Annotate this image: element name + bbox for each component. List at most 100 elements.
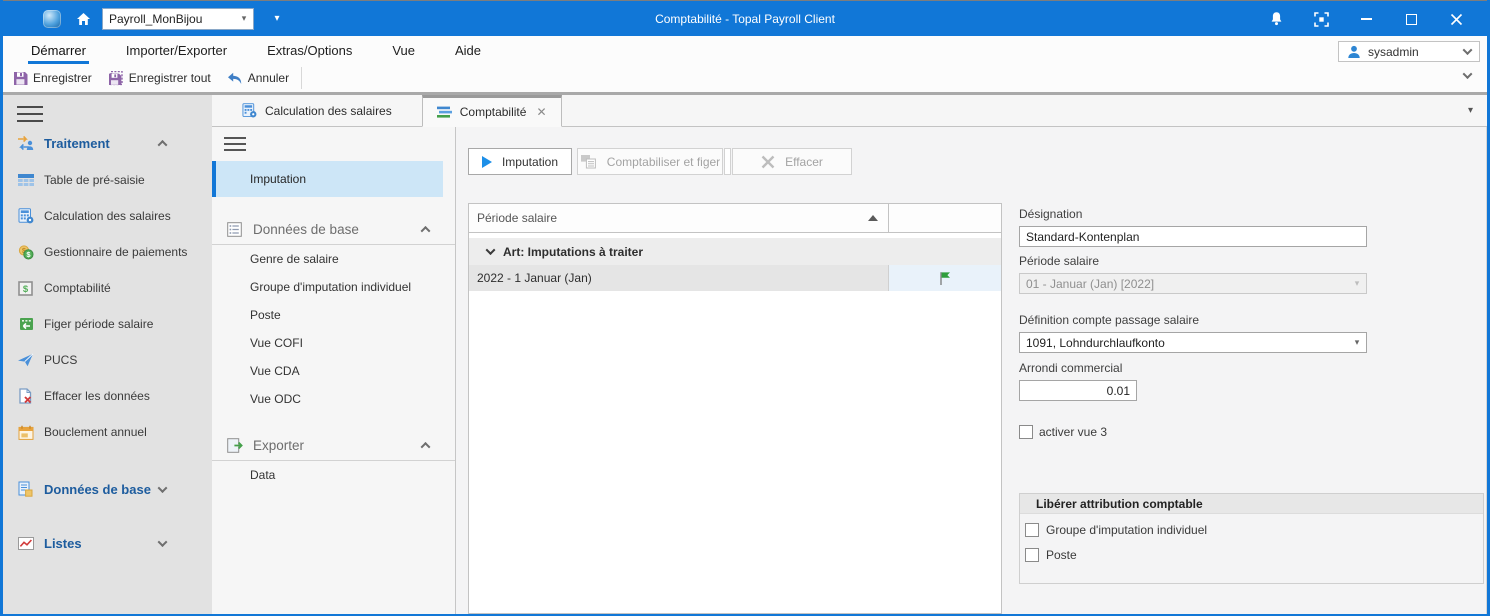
coins-icon: $ $ xyxy=(17,244,34,261)
subnav-item-label: Vue CDA xyxy=(250,364,300,378)
subnav-item-label: Data xyxy=(250,468,276,482)
menu-importer-exporter[interactable]: Importer/Exporter xyxy=(123,36,230,64)
column-header-periode-salaire[interactable]: Période salaire xyxy=(469,204,889,232)
save-all-icon xyxy=(108,70,123,85)
user-icon xyxy=(1348,45,1360,58)
period-cell[interactable]: 2022 - 1 Januar (Jan) xyxy=(469,265,889,291)
save-button[interactable]: Enregistrer xyxy=(7,66,98,90)
minimize-button[interactable] xyxy=(1344,1,1389,37)
designation-label: Désignation xyxy=(1019,207,1083,221)
subnav-item-vue-cda[interactable]: Vue CDA xyxy=(212,357,455,385)
sidebar-item-pucs[interactable]: PUCS xyxy=(3,342,212,378)
tab-list-dropdown[interactable]: ▾ xyxy=(1468,105,1473,116)
menu-demarrer[interactable]: Démarrer xyxy=(28,36,89,64)
imputations-grid: Période salaire Art: Imputations à trait… xyxy=(468,203,1002,614)
grid-data-row[interactable]: 2022 - 1 Januar (Jan) xyxy=(469,265,1001,291)
sidebar-section-donnees-de-base[interactable]: Données de base xyxy=(3,470,212,508)
table-icon xyxy=(17,172,34,189)
mandant-split-dropdown[interactable]: ▾ xyxy=(266,13,288,24)
subnav-item-groupe-imputation[interactable]: Groupe d'imputation individuel xyxy=(212,273,455,301)
designation-input[interactable] xyxy=(1019,226,1367,247)
sidebar-item-label: Gestionnaire de paiements xyxy=(44,245,188,259)
save-all-button[interactable]: Enregistrer tout xyxy=(102,66,217,90)
sidebar-item-comptabilite[interactable]: $ Comptabilité xyxy=(3,270,212,306)
subnav-section-donnees-de-base[interactable]: Données de base xyxy=(212,215,455,245)
subnav-section-exporter[interactable]: Exporter xyxy=(212,431,455,461)
sidebar-section-listes[interactable]: Listes xyxy=(3,524,212,562)
tab-label: Comptabilité xyxy=(459,105,527,119)
subnav-section-label: Données de base xyxy=(253,222,359,237)
subnav-item-label: Imputation xyxy=(250,172,307,186)
grid-group-row[interactable]: Art: Imputations à traiter xyxy=(469,238,1001,265)
sidebar-item-bouclement-annuel[interactable]: Bouclement annuel xyxy=(3,414,212,450)
maximize-button[interactable] xyxy=(1389,1,1434,37)
chart-icon xyxy=(17,535,34,552)
subnav-menu-button[interactable] xyxy=(224,137,246,151)
sidebar-item-label: Bouclement annuel xyxy=(44,425,147,439)
tab-comptabilite[interactable]: Comptabilité ✕ xyxy=(421,95,562,127)
calculator-icon xyxy=(17,208,34,225)
sidebar-section-label: Listes xyxy=(44,535,82,551)
effacer-button[interactable]: Effacer xyxy=(732,148,852,175)
ribbon-collapse-button[interactable] xyxy=(1462,69,1473,80)
compte-passage-select[interactable]: 1091, Lohndurchlaufkonto ▾ xyxy=(1019,332,1367,353)
activer-vue3-checkbox[interactable] xyxy=(1019,425,1033,439)
user-name: sysadmin xyxy=(1368,44,1419,59)
mandant-selector[interactable]: Payroll_MonBijou ▾ xyxy=(102,7,254,30)
subnav-item-imputation[interactable]: Imputation xyxy=(212,161,443,197)
arrondi-input[interactable] xyxy=(1019,380,1137,401)
menu-extras-options[interactable]: Extras/Options xyxy=(264,36,355,64)
play-icon xyxy=(481,155,492,168)
sidebar-item-effacer-donnees[interactable]: Effacer les données xyxy=(3,378,212,414)
green-flag-icon xyxy=(940,271,950,285)
subnav-item-data[interactable]: Data xyxy=(212,461,455,489)
activer-vue3-option[interactable]: activer vue 3 xyxy=(1019,425,1486,439)
sidebar-item-figer-periode[interactable]: Figer période salaire xyxy=(3,306,212,342)
sidebar-item-table-pre-saisie[interactable]: Table de pré-saisie xyxy=(3,162,212,198)
sidebar-item-calculation-salaires[interactable]: Calculation des salaires xyxy=(3,198,212,234)
sidebar-item-label: Calculation des salaires xyxy=(44,209,171,223)
liberer-groupe-imputation-option[interactable]: Groupe d'imputation individuel xyxy=(1020,517,1483,542)
poste-checkbox[interactable] xyxy=(1025,547,1039,562)
comptabiliser-et-figer-button[interactable]: Comptabiliser et figer xyxy=(577,148,723,175)
subnav-item-label: Vue COFI xyxy=(250,336,303,350)
subnav-section-label: Exporter xyxy=(253,438,305,453)
arrondi-label: Arrondi commercial xyxy=(1019,361,1123,375)
subnav-item-label: Groupe d'imputation individuel xyxy=(250,280,412,294)
minimize-icon xyxy=(1361,18,1372,20)
liberer-poste-option[interactable]: Poste xyxy=(1020,542,1483,567)
chevron-up-icon xyxy=(157,139,168,150)
period-cell-value: 2022 - 1 Januar (Jan) xyxy=(477,271,592,285)
undo-button[interactable]: Annuler xyxy=(221,66,295,90)
subnav-item-vue-cofi[interactable]: Vue COFI xyxy=(212,329,455,357)
app-logo-icon[interactable] xyxy=(43,9,61,28)
home-button[interactable] xyxy=(75,11,92,27)
sidebar-item-gestionnaire-paiements[interactable]: $ $ Gestionnaire de paiements xyxy=(3,234,212,270)
poste-label: Poste xyxy=(1046,547,1077,562)
subnav-item-vue-odc[interactable]: Vue ODC xyxy=(212,385,455,413)
subnav-item-poste[interactable]: Poste xyxy=(212,301,455,329)
menu-vue[interactable]: Vue xyxy=(389,36,418,64)
group-expand-icon[interactable] xyxy=(485,245,496,256)
tab-calculation-des-salaires[interactable]: Calculation des salaires xyxy=(212,95,422,126)
column-header-status[interactable] xyxy=(889,204,1001,232)
menu-aide[interactable]: Aide xyxy=(452,36,484,64)
sidebar-menu-button[interactable] xyxy=(17,106,43,122)
groupe-imputation-checkbox[interactable] xyxy=(1025,522,1039,537)
imputation-run-button[interactable]: Imputation xyxy=(468,148,572,175)
notifications-button[interactable] xyxy=(1254,1,1299,37)
sidebar-section-traitement[interactable]: Traitement xyxy=(3,124,212,162)
subnav-item-genre-de-salaire[interactable]: Genre de salaire xyxy=(212,245,455,273)
tab-close-icon[interactable]: ✕ xyxy=(536,105,546,119)
ledger-bars-icon xyxy=(436,106,452,118)
save-icon xyxy=(14,71,28,85)
compte-passage-value: 1091, Lohndurchlaufkonto xyxy=(1026,335,1165,350)
periode-salaire-select[interactable]: 01 - Januar (Jan) [2022] ▾ xyxy=(1019,273,1367,294)
close-button[interactable] xyxy=(1434,1,1479,37)
fullscreen-button[interactable] xyxy=(1299,1,1344,37)
user-selector[interactable]: sysadmin xyxy=(1338,41,1480,62)
mandant-selector-value: Payroll_MonBijou xyxy=(109,11,203,26)
sidebar-item-label: Table de pré-saisie xyxy=(44,173,145,187)
status-cell[interactable] xyxy=(889,265,1001,291)
menubar: Démarrer Importer/Exporter Extras/Option… xyxy=(3,36,1487,64)
